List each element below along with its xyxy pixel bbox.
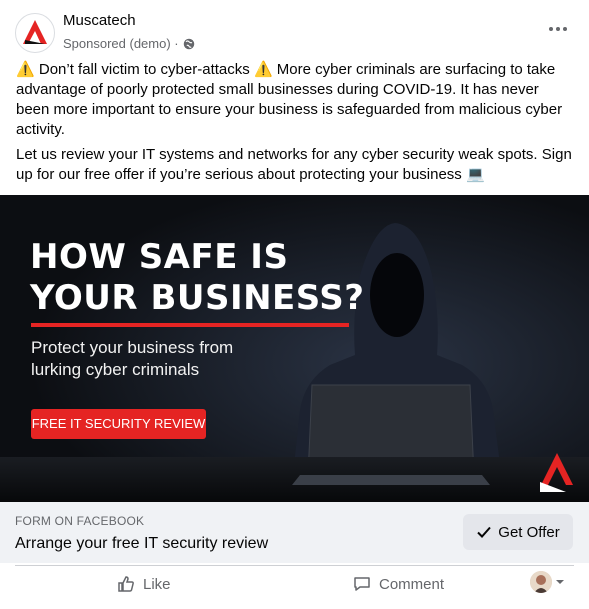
sponsored-row: Sponsored (demo) · [63, 36, 195, 51]
check-icon [477, 526, 492, 538]
user-avatar-image [530, 571, 552, 593]
avatar [530, 571, 552, 593]
comment-label: Comment [379, 575, 445, 593]
comment-button[interactable]: Comment [352, 566, 444, 602]
form-bar[interactable]: FORM ON FACEBOOK Arrange your free IT se… [0, 502, 589, 563]
globe-icon[interactable] [183, 38, 195, 50]
like-label: Like [143, 575, 171, 593]
like-icon [118, 576, 134, 592]
action-divider [15, 565, 574, 566]
post-text-paragraph-2: Let us review your IT systems and networ… [16, 146, 572, 183]
like-button[interactable]: Like [116, 566, 171, 602]
creative-headline: HOW SAFE IS YOUR BUSINESS? [30, 237, 365, 318]
more-dot [556, 27, 560, 31]
warning-icon: ⚠️ [16, 61, 35, 78]
more-icon[interactable] [543, 14, 573, 44]
red-divider [31, 323, 349, 327]
comment-icon [354, 577, 370, 591]
get-offer-label: Get Offer [498, 523, 560, 541]
chevron-down-icon [556, 580, 564, 584]
creative-subtext: Protect your business from lurking cyber… [31, 338, 234, 379]
reaction-identity-picker[interactable] [530, 571, 565, 593]
more-dot [563, 27, 567, 31]
page-name[interactable]: Muscatech [63, 12, 136, 29]
page-avatar[interactable] [15, 13, 55, 53]
warning-icon: ⚠️ [253, 61, 273, 78]
more-dot [549, 27, 553, 31]
post-text-part1: Don’t fall victim to cyber-attacks [38, 61, 250, 78]
ad-creative-image[interactable]: HOW SAFE IS YOUR BUSINESS? Protect your … [0, 195, 589, 502]
form-label: FORM ON FACEBOOK [15, 514, 145, 528]
get-offer-button[interactable]: Get Offer [463, 514, 573, 550]
sponsored-label: Sponsored (demo) · [63, 36, 179, 51]
muscatech-logo [23, 20, 47, 44]
creative-cta: FREE IT SECURITY REVIEW [31, 409, 206, 439]
post-text-paragraph-1: ⚠️ Don’t fall victim to cyber-attacks ⚠️… [16, 60, 576, 140]
sponsored-post: Muscatech Sponsored (demo) · ⚠️ Don’t fa… [0, 0, 589, 609]
form-title: Arrange your free IT security review [15, 535, 269, 552]
